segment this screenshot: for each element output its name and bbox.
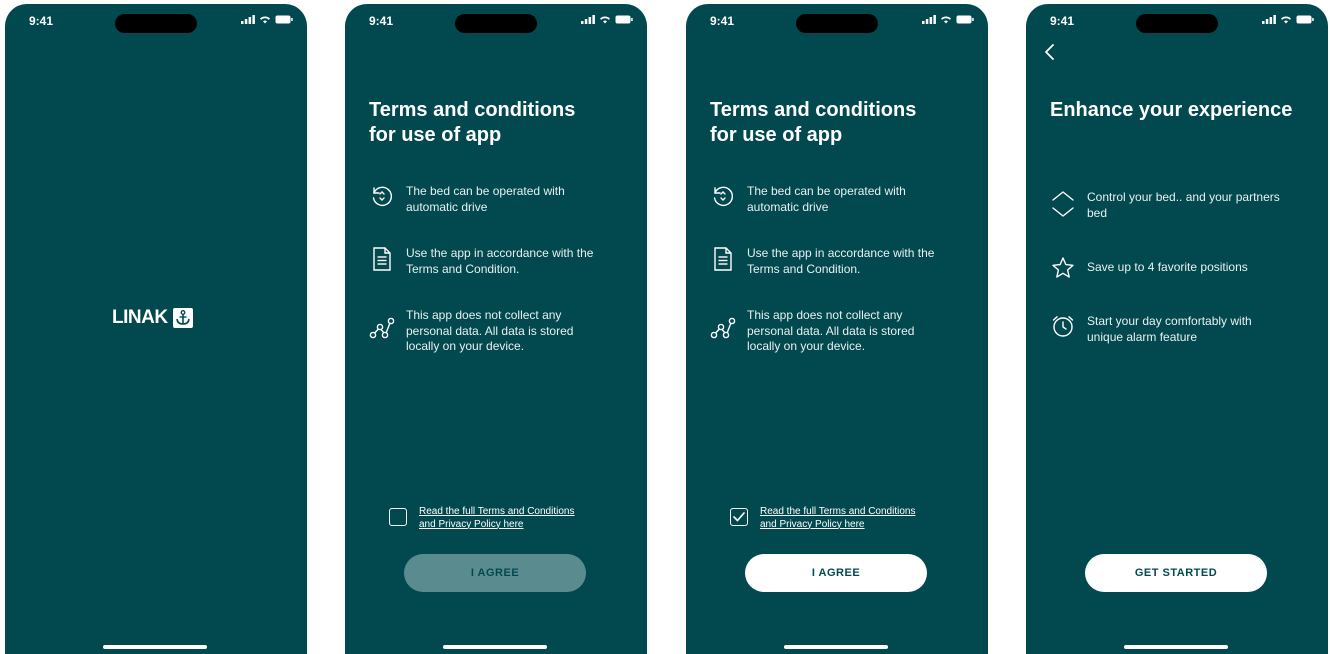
agree-button[interactable]: I AGREE <box>745 554 927 592</box>
feature-text: This app does not collect any personal d… <box>406 308 574 353</box>
get-started-button[interactable]: GET STARTED <box>1085 554 1267 592</box>
feature-text: Save up to 4 favorite positions <box>1087 260 1248 274</box>
wifi-icon <box>260 16 270 24</box>
agree-button-disabled[interactable]: I AGREE <box>404 554 586 592</box>
terms-privacy-link[interactable]: Read the full Terms and Conditions and P… <box>760 506 915 531</box>
wifi-icon <box>1281 16 1291 24</box>
page-title: Terms and conditions for use of app <box>710 99 917 146</box>
splash-screen: 9:41 LINAK <box>5 4 307 654</box>
terms-screen-checked: 9:41 Terms and conditions for use of app… <box>686 4 988 654</box>
feature-item: Start your day comfortably with unique a… <box>1050 314 1314 345</box>
terms-consent: Read the full Terms and Conditions and P… <box>389 506 574 531</box>
feature-item: This app does not collect any personal d… <box>710 308 974 355</box>
rotate-icon <box>713 186 734 207</box>
back-chevron-icon[interactable] <box>1044 44 1056 60</box>
feature-text: Use the app in accordance with the Terms… <box>747 246 935 276</box>
dynamic-island <box>796 14 878 33</box>
feature-item: The bed can be operated with automatic d… <box>369 184 633 215</box>
feature-item: The bed can be operated with automatic d… <box>710 184 974 215</box>
feature-item: Use the app in accordance with the Terms… <box>710 246 974 277</box>
feature-text: The bed can be operated with automatic d… <box>406 184 565 214</box>
home-indicator <box>103 645 207 649</box>
feature-text: Start your day comfortably with unique a… <box>1087 314 1252 344</box>
status-time: 9:41 <box>29 14 54 28</box>
feature-item: This app does not collect any personal d… <box>369 308 633 355</box>
up-down-chevron-icon <box>1052 191 1074 217</box>
status-icons <box>581 15 633 24</box>
alarm-clock-icon <box>1052 316 1074 337</box>
feature-text: This app does not collect any personal d… <box>747 308 915 353</box>
status-time: 9:41 <box>710 14 735 28</box>
feature-item: Control your bed.. and your partners bed <box>1050 190 1314 221</box>
home-indicator <box>784 645 888 649</box>
page-title: Enhance your experience <box>1050 99 1293 121</box>
feature-item: Save up to 4 favorite positions <box>1050 256 1314 280</box>
terms-checkbox-checked[interactable] <box>730 508 748 526</box>
terms-privacy-link[interactable]: Read the full Terms and Conditions and P… <box>419 506 574 531</box>
home-indicator <box>1124 645 1228 649</box>
data-nodes-icon <box>710 317 736 339</box>
feature-item: Use the app in accordance with the Terms… <box>369 246 633 277</box>
feature-text: Use the app in accordance with the Terms… <box>406 246 594 276</box>
signal-icon <box>241 15 255 24</box>
page-title: Terms and conditions for use of app <box>369 99 576 146</box>
status-time: 9:41 <box>1050 14 1075 28</box>
checkmark-icon <box>733 512 745 522</box>
battery-icon <box>615 15 633 24</box>
wifi-icon <box>600 16 610 24</box>
signal-icon <box>922 15 936 24</box>
document-icon <box>714 247 732 271</box>
document-icon <box>373 247 391 271</box>
enhance-screen: 9:41 Enhance your experience Control you… <box>1026 4 1328 654</box>
battery-icon <box>956 15 974 24</box>
status-icons <box>922 15 974 24</box>
terms-consent: Read the full Terms and Conditions and P… <box>730 506 915 531</box>
terms-screen-unchecked: 9:41 Terms and conditions for use of app… <box>345 4 647 654</box>
dynamic-island <box>1136 14 1218 33</box>
signal-icon <box>581 15 595 24</box>
status-time: 9:41 <box>369 14 394 28</box>
rotate-icon <box>372 186 393 207</box>
status-icons <box>241 15 293 24</box>
home-indicator <box>443 645 547 649</box>
feature-text: The bed can be operated with automatic d… <box>747 184 906 214</box>
data-nodes-icon <box>369 317 395 339</box>
battery-icon <box>1296 15 1314 24</box>
signal-icon <box>1262 15 1276 24</box>
feature-text: Control your bed.. and your partners bed <box>1087 190 1280 220</box>
logo-text: LINAK <box>112 307 168 328</box>
terms-checkbox[interactable] <box>389 508 407 526</box>
anchor-logo-icon <box>172 308 193 328</box>
wifi-icon <box>941 16 951 24</box>
battery-icon <box>275 15 293 24</box>
dynamic-island <box>455 14 537 33</box>
star-icon <box>1052 257 1074 278</box>
status-icons <box>1262 15 1314 24</box>
linak-logo: LINAK <box>112 307 193 329</box>
dynamic-island <box>115 14 197 33</box>
